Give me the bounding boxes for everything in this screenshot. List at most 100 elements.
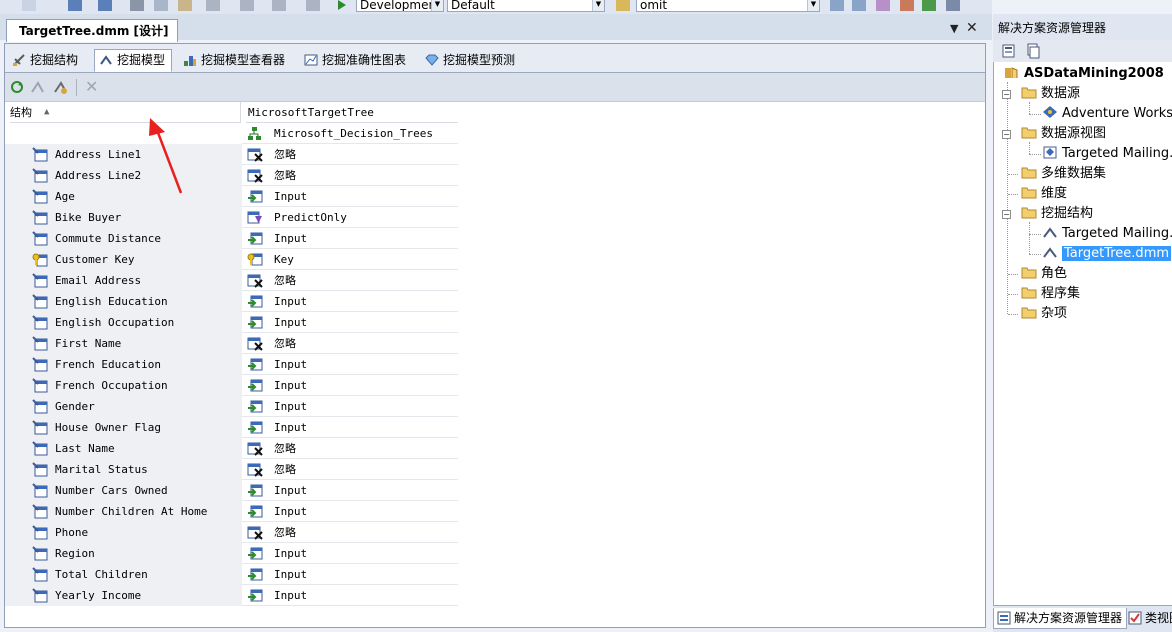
tab-solution-explorer[interactable]: 解决方案资源管理器 xyxy=(993,608,1128,629)
table-row[interactable]: Marital Status 忽略 xyxy=(5,459,458,480)
usage-cell[interactable]: Input xyxy=(242,186,458,207)
tree-node-adventure-works-dw[interactable]: Adventure Works DW xyxy=(1042,104,1172,124)
tree-node-targettree-dmm[interactable]: TargetTree.dmm xyxy=(1042,244,1172,264)
table-row[interactable]: Email Address 忽略 xyxy=(5,270,458,291)
set-algorithm-icon[interactable] xyxy=(53,80,68,95)
structure-column-cell[interactable]: Customer Key xyxy=(5,249,242,270)
toolbox-icon[interactable] xyxy=(900,0,914,11)
usage-cell[interactable]: Input xyxy=(242,585,458,606)
tab-mining-model-prediction[interactable]: 挖掘模型预测 xyxy=(421,50,521,71)
tree-node-targeted-mailing-dsv[interactable]: Targeted Mailing.dsv xyxy=(1042,144,1172,164)
object-browser-icon[interactable] xyxy=(876,0,890,11)
structure-column-cell[interactable]: Number Children At Home xyxy=(5,501,242,522)
copy-icon[interactable] xyxy=(154,0,168,11)
paste-icon[interactable] xyxy=(178,0,192,11)
find-icon[interactable] xyxy=(830,0,844,11)
find-combo[interactable]: omit ▼ xyxy=(636,0,820,12)
table-row[interactable]: Customer Key Key xyxy=(5,249,458,270)
table-row[interactable]: Region Input xyxy=(5,543,458,564)
table-row[interactable]: French Occupation Input xyxy=(5,375,458,396)
table-row[interactable]: French Education Input xyxy=(5,354,458,375)
tab-mining-accuracy-chart[interactable]: 挖掘准确性图表 xyxy=(300,50,412,71)
usage-cell[interactable]: 忽略 xyxy=(242,522,458,543)
tree-node-data-source-views[interactable]: − 数据源视图 xyxy=(1002,124,1106,144)
table-row[interactable]: English Occupation Input xyxy=(5,312,458,333)
structure-column-cell[interactable]: Region xyxy=(5,543,242,564)
structure-column-cell[interactable]: Phone xyxy=(5,522,242,543)
usage-cell[interactable]: Input xyxy=(242,228,458,249)
table-row[interactable]: Bike Buyer PredictOnly xyxy=(5,207,458,228)
structure-column-cell[interactable]: Commute Distance xyxy=(5,228,242,249)
tab-mining-models[interactable]: 挖掘模型 xyxy=(94,49,173,72)
table-row[interactable]: Age Input xyxy=(5,186,458,207)
tab-class-view[interactable]: 类视图 xyxy=(1125,608,1172,628)
structure-column-cell[interactable]: Address Line2 xyxy=(5,165,242,186)
properties-icon[interactable] xyxy=(852,0,866,11)
structure-column-cell[interactable]: Email Address xyxy=(5,270,242,291)
usage-cell[interactable]: Key xyxy=(242,249,458,270)
solution-config-combo[interactable]: Developmen ▼ xyxy=(356,0,444,12)
tree-node-cubes[interactable]: 多维数据集 xyxy=(1002,164,1106,184)
usage-cell[interactable]: 忽略 xyxy=(242,459,458,480)
cut-icon[interactable] xyxy=(130,0,144,11)
new-item-icon[interactable] xyxy=(22,0,36,11)
structure-column-cell[interactable]: English Education xyxy=(5,291,242,312)
save-icon[interactable] xyxy=(68,0,82,11)
table-row[interactable]: Commute Distance Input xyxy=(5,228,458,249)
structure-column-cell[interactable]: Address Line1 xyxy=(5,144,242,165)
tab-mining-structure[interactable]: 挖掘结构 xyxy=(8,50,84,71)
table-row[interactable]: Phone 忽略 xyxy=(5,522,458,543)
usage-cell[interactable]: Input xyxy=(242,501,458,522)
structure-column-cell[interactable]: French Education xyxy=(5,354,242,375)
structure-column-cell[interactable]: Bike Buyer xyxy=(5,207,242,228)
save-all-icon[interactable] xyxy=(98,0,112,11)
tab-mining-model-viewer[interactable]: 挖掘模型查看器 xyxy=(179,50,291,71)
usage-cell[interactable]: Input xyxy=(242,480,458,501)
usage-cell[interactable]: Input xyxy=(242,312,458,333)
structure-column-cell[interactable]: Number Cars Owned xyxy=(5,480,242,501)
undo-icon[interactable] xyxy=(206,0,220,11)
usage-cell[interactable]: 忽略 xyxy=(242,333,458,354)
tree-node-project[interactable]: ASDataMining2008 xyxy=(1004,64,1164,84)
tree-node-targeted-mailing-dmm[interactable]: Targeted Mailing.dmm xyxy=(1042,224,1172,244)
structure-column-header[interactable]: 结构 ▲ xyxy=(10,102,241,123)
navigate-forward-icon[interactable] xyxy=(306,0,320,11)
document-tab-targettree[interactable]: TargetTree.dmm [设计] xyxy=(6,19,178,42)
close-icon[interactable]: ✕ xyxy=(966,20,978,36)
find-in-files-icon[interactable] xyxy=(616,0,630,11)
model-column-header[interactable]: MicrosoftTargetTree xyxy=(246,102,458,123)
solution-platform-combo[interactable]: Default ▼ xyxy=(447,0,605,12)
table-row[interactable]: English Education Input xyxy=(5,291,458,312)
properties-icon[interactable] xyxy=(1001,43,1017,59)
usage-cell[interactable]: Input xyxy=(242,417,458,438)
table-row[interactable]: Number Children At Home Input xyxy=(5,501,458,522)
delete-icon[interactable]: ✕ xyxy=(85,77,98,96)
table-row[interactable]: Address Line2 忽略 xyxy=(5,165,458,186)
structure-column-cell[interactable]: First Name xyxy=(5,333,242,354)
table-row[interactable]: Number Cars Owned Input xyxy=(5,480,458,501)
collapse-icon[interactable]: − xyxy=(1002,210,1011,219)
redo-icon[interactable] xyxy=(240,0,254,11)
tree-node-roles[interactable]: 角色 xyxy=(1002,264,1067,284)
structure-column-cell[interactable]: Gender xyxy=(5,396,242,417)
algorithm-cell[interactable]: Microsoft_Decision_Trees xyxy=(242,123,458,144)
usage-cell[interactable]: PredictOnly xyxy=(242,207,458,228)
tree-node-miscellaneous[interactable]: 杂项 xyxy=(1002,304,1067,324)
usage-cell[interactable]: 忽略 xyxy=(242,438,458,459)
table-row[interactable]: Last Name 忽略 xyxy=(5,438,458,459)
tree-node-mining-structures[interactable]: − 挖掘结构 xyxy=(1002,204,1093,224)
usage-cell[interactable]: Input xyxy=(242,396,458,417)
tab-list-dropdown-icon[interactable]: ▼ xyxy=(950,22,958,35)
structure-column-cell[interactable]: Last Name xyxy=(5,438,242,459)
navigate-back-icon[interactable] xyxy=(272,0,286,11)
table-row[interactable]: Yearly Income Input xyxy=(5,585,458,606)
command-window-icon[interactable] xyxy=(946,0,960,11)
start-debug-icon[interactable] xyxy=(338,0,346,10)
usage-cell[interactable]: Input xyxy=(242,375,458,396)
structure-column-cell[interactable]: English Occupation xyxy=(5,312,242,333)
show-all-files-icon[interactable] xyxy=(1025,43,1041,59)
create-model-icon[interactable] xyxy=(30,80,45,95)
table-row[interactable]: First Name 忽略 xyxy=(5,333,458,354)
structure-column-cell[interactable]: French Occupation xyxy=(5,375,242,396)
usage-cell[interactable]: 忽略 xyxy=(242,144,458,165)
